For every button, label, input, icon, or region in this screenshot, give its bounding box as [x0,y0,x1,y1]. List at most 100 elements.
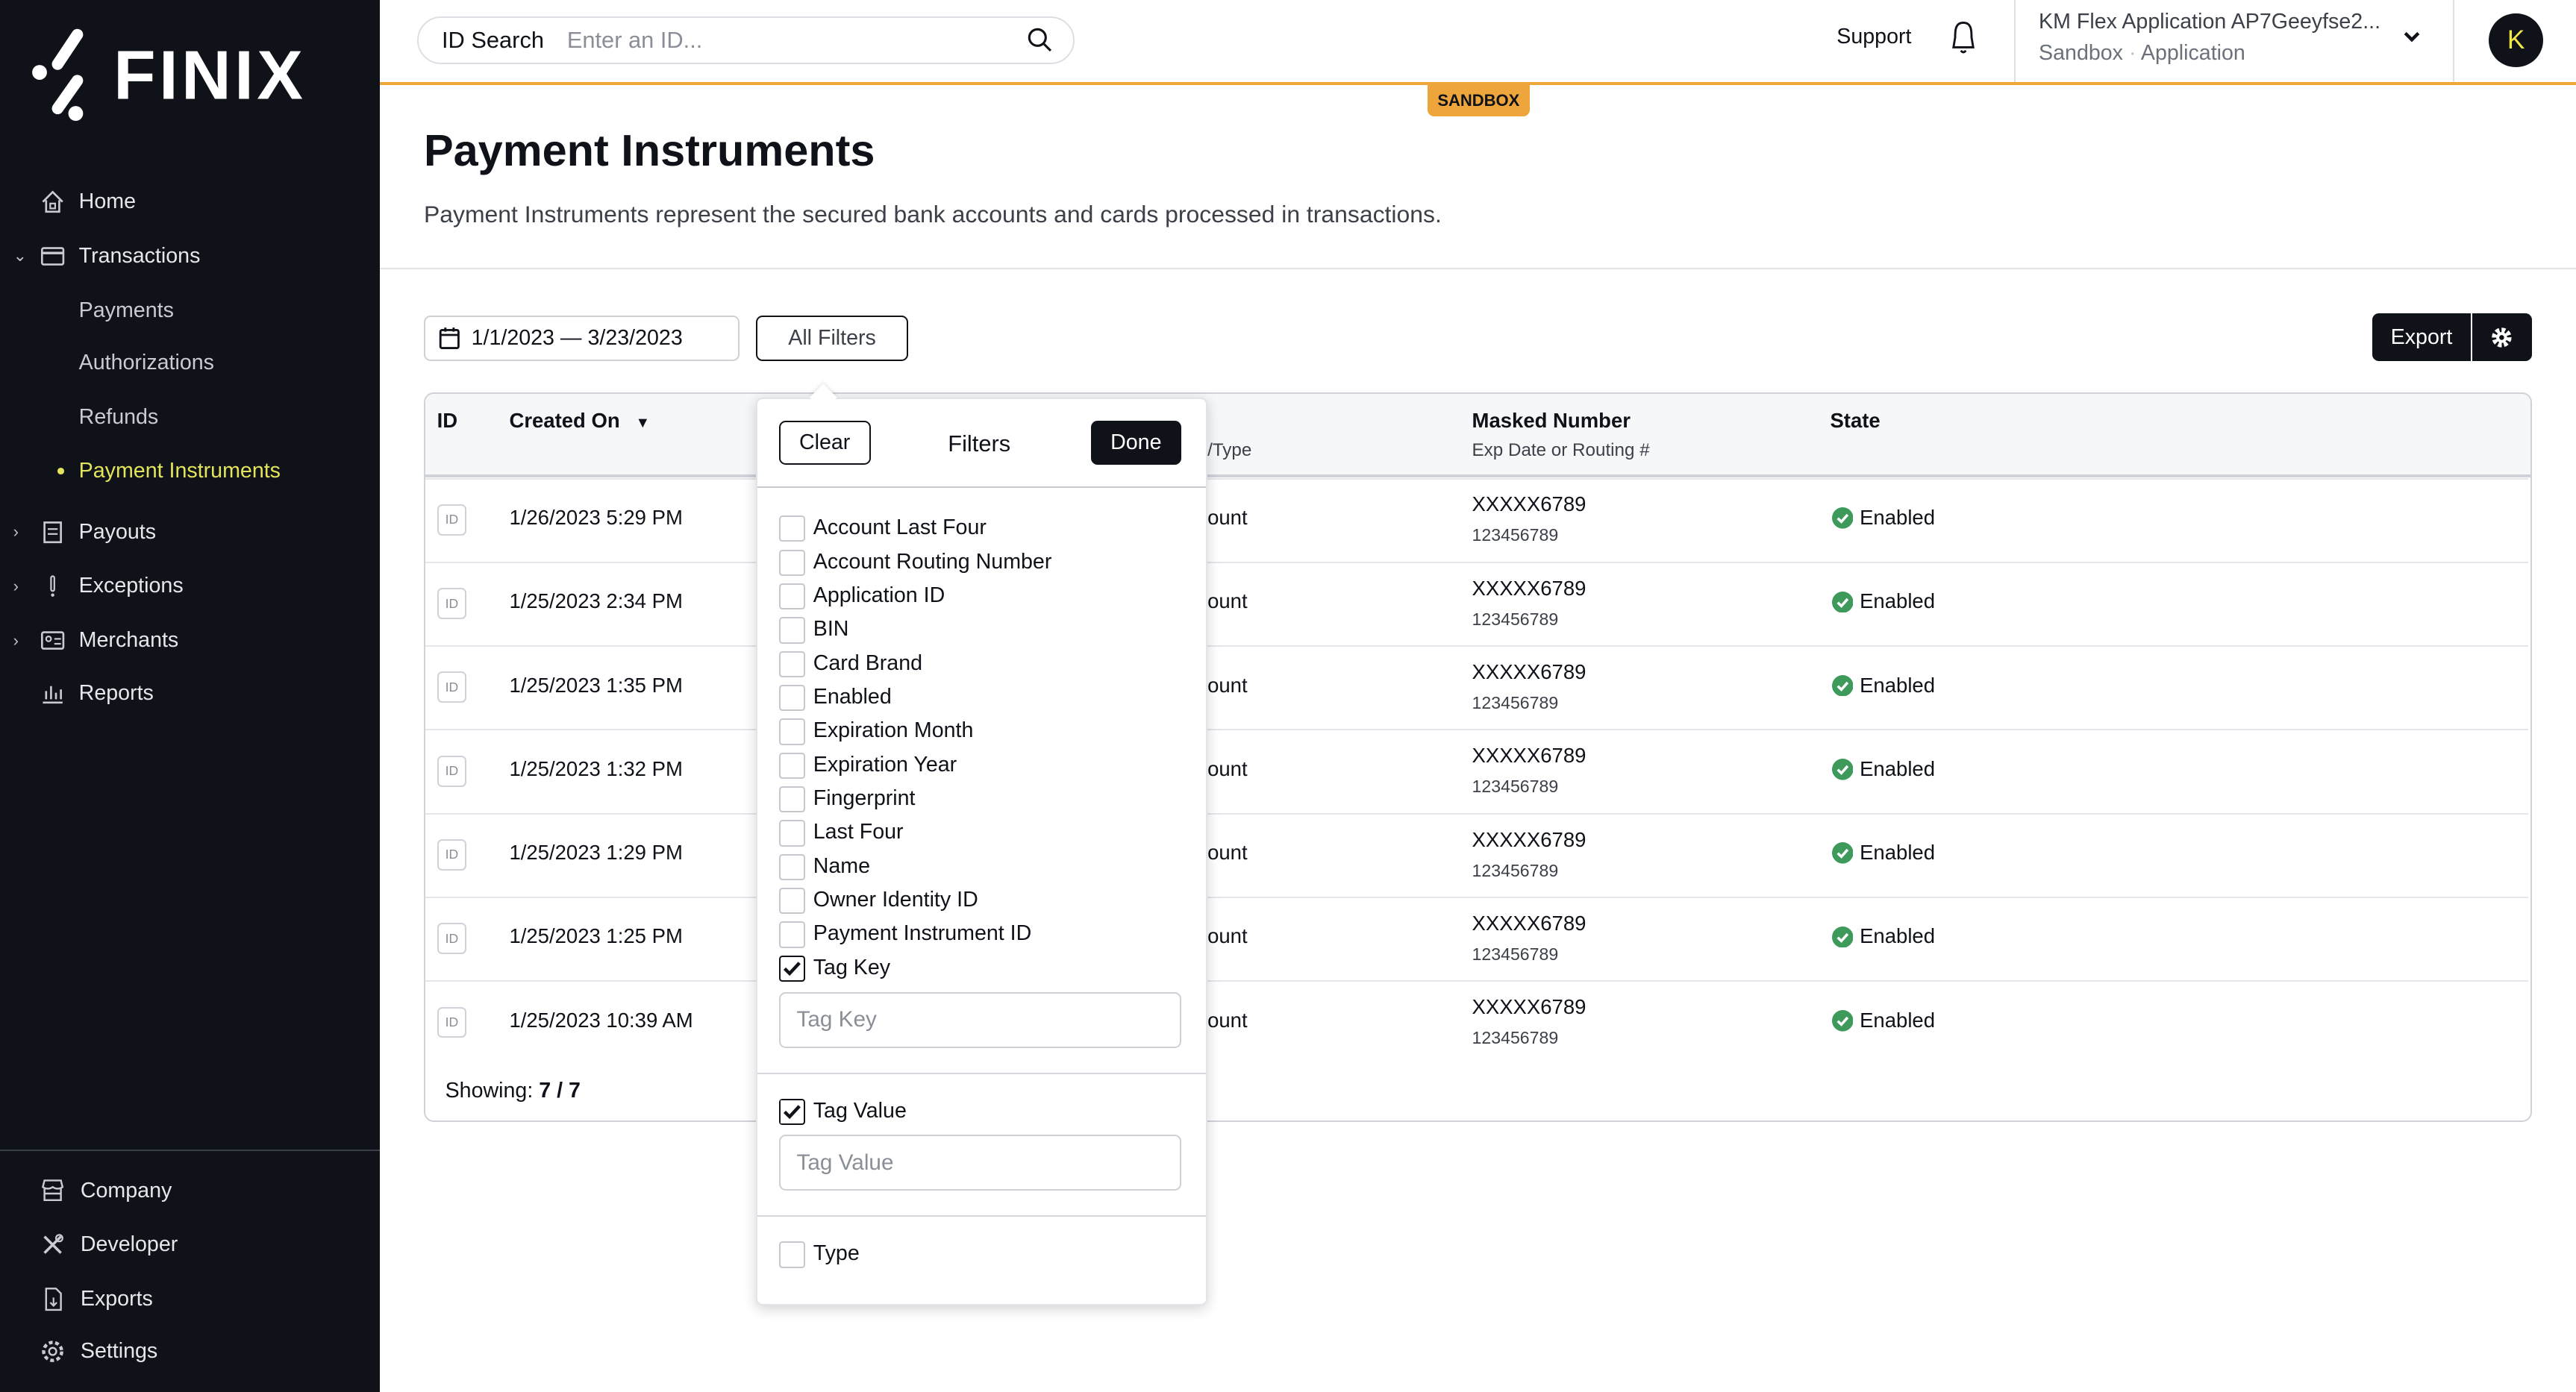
chevron-right-icon[interactable]: › [13,522,19,542]
chevron-right-icon[interactable]: › [13,631,19,650]
support-link[interactable]: Support [1836,25,1911,49]
filter-checkbox-last-four[interactable] [778,820,805,847]
created-on: 1/25/2023 10:39 AM [509,1008,693,1032]
sidebar-item-transactions[interactable]: ⌄ Transactions [0,236,380,276]
sidebar-item-exceptions[interactable]: › Exceptions [0,567,380,606]
chevron-down-icon[interactable]: ⌄ [13,246,27,266]
sidebar-item-payments[interactable]: Payments [0,291,380,330]
filter-checkbox-fingerprint[interactable] [778,786,805,813]
table-row[interactable] [425,897,2529,980]
sidebar-item-company[interactable]: Company [0,1171,380,1211]
sidebar-item-developer[interactable]: Developer [0,1225,380,1264]
filter-checkbox-application-id[interactable] [778,583,805,610]
avatar[interactable]: K [2489,13,2543,68]
type-label: Type [813,1241,860,1266]
masked-number: XXXXX6789 [1472,576,1586,600]
page-subtitle: Payment Instruments represent the secure… [423,200,1442,228]
filter-label: Owner Identity ID [813,888,978,912]
column-subheader-exp-routing: Exp Date or Routing # [1472,440,1650,460]
table-row[interactable] [425,477,2529,562]
id-copy-button[interactable]: ID [437,504,467,536]
card-icon [40,247,65,266]
filter-checkbox-name[interactable] [778,853,805,880]
table-row[interactable] [425,812,2529,897]
state-enabled: Enabled [1860,589,1936,613]
sidebar: FINIX Home ⌄ Transactions Payments Authoriza… [0,0,380,1392]
filter-checkbox-enabled[interactable] [778,685,805,712]
date-range-picker[interactable]: 1/1/2023 — 3/23/2023 [423,315,740,362]
id-copy-button[interactable]: ID [437,671,467,703]
sidebar-item-label: Settings [80,1339,158,1364]
table-row[interactable] [425,980,2529,1064]
column-header-created-on[interactable]: Created On ▼ [509,409,650,433]
sidebar-item-payouts[interactable]: › Payouts [0,512,380,552]
routing-number: 123456789 [1472,1028,1559,1048]
finix-logo[interactable]: FINIX [23,23,319,125]
instrument-type: ount [1207,924,1248,948]
filter-checkbox-tag-key[interactable] [778,955,805,982]
type-checkbox[interactable] [778,1241,805,1268]
sidebar-item-home[interactable]: Home [0,182,380,222]
filter-label: Payment Instrument ID [813,921,1032,946]
id-copy-button[interactable]: ID [437,838,467,871]
tag-value-label: Tag Value [813,1098,907,1123]
id-copy-button[interactable]: ID [437,755,467,787]
chevron-down-icon[interactable] [2404,30,2420,43]
application-switcher[interactable]: KM Flex Application AP7Geeyfse2... Sandb… [2039,10,2441,72]
table-row[interactable] [425,729,2529,812]
id-copy-button[interactable]: ID [437,923,467,955]
created-on: 1/26/2023 5:29 PM [509,506,683,530]
search-icon[interactable] [1027,27,1053,53]
sidebar-item-settings[interactable]: Settings [0,1332,380,1371]
clear-filters-button[interactable]: Clear [778,420,871,465]
table-row[interactable] [425,561,2529,645]
export-button[interactable]: Export [2372,313,2472,362]
environment-label: Sandbox [2039,41,2123,65]
store-icon [41,1179,64,1202]
sidebar-item-payment-instruments[interactable]: Payment Instruments [0,451,380,491]
all-filters-button[interactable]: All Filters [755,315,909,362]
id-search-input[interactable]: Enter an ID... [567,27,1027,54]
filter-label: Card Brand [813,650,923,675]
filter-checkbox-card-brand[interactable] [778,650,805,677]
sidebar-item-exports[interactable]: Exports [0,1279,380,1319]
filter-checkbox-expiration-year[interactable] [778,752,805,779]
tag-value-checkbox[interactable] [778,1098,805,1126]
state-enabled: Enabled [1860,506,1936,530]
created-on: 1/25/2023 2:34 PM [509,589,683,613]
table-settings-button[interactable] [2472,313,2532,362]
topbar-divider [2014,0,2016,83]
bell-icon[interactable] [1947,19,1980,59]
sidebar-item-label: Home [78,189,136,214]
sidebar-item-label: Company [80,1178,172,1203]
sidebar-item-authorizations[interactable]: Authorizations [0,343,380,383]
sidebar-item-label: Refunds [78,404,159,429]
tag-value-input[interactable]: Tag Value [778,1135,1181,1191]
done-button[interactable]: Done [1090,420,1181,465]
application-type: Application [2140,41,2245,65]
sidebar-item-reports[interactable]: Reports [0,674,380,713]
id-copy-button[interactable]: ID [437,588,467,619]
routing-number: 123456789 [1472,860,1559,880]
filter-checkbox-owner-identity-id[interactable] [778,888,805,915]
filter-checkbox-payment-instrument-id[interactable] [778,921,805,948]
created-on: 1/25/2023 1:25 PM [509,924,683,948]
sidebar-item-refunds[interactable]: Refunds [0,398,380,437]
table-row[interactable] [425,645,2529,729]
sandbox-badge: SANDBOX [1428,85,1530,117]
id-search[interactable]: ID Search Enter an ID... [417,16,1075,64]
routing-number: 123456789 [1472,525,1559,545]
filter-checkbox-account-last-four[interactable] [778,515,805,542]
state-enabled: Enabled [1860,756,1936,780]
sidebar-item-merchants[interactable]: › Merchants [0,621,380,660]
filter-checkbox-account-routing-number[interactable] [778,549,805,576]
filter-checkbox-expiration-month[interactable] [778,718,805,745]
filter-label: Application ID [813,583,945,607]
id-copy-button[interactable]: ID [437,1006,467,1038]
date-range-value: 1/1/2023 — 3/23/2023 [471,326,683,350]
check-circle-icon [1831,674,1854,697]
tag-key-input[interactable]: Tag Key [778,991,1181,1048]
chevron-right-icon[interactable]: › [13,577,19,596]
filter-checkbox-bin[interactable] [778,617,805,644]
instrument-type: ount [1207,756,1248,780]
